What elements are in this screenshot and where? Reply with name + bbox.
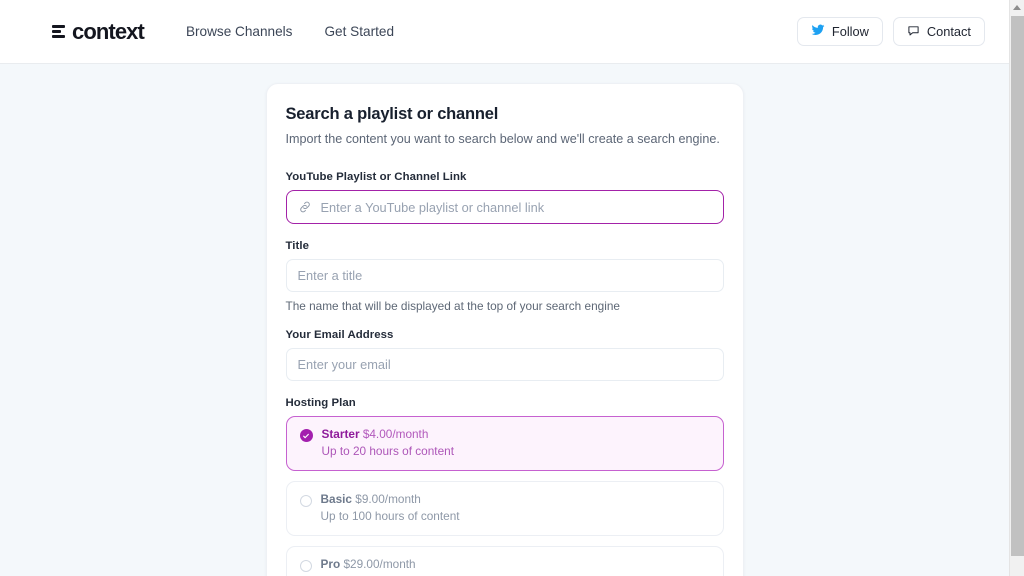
search-setup-card: Search a playlist or channel Import the … — [265, 83, 744, 576]
plan-option-pro[interactable]: Pro $29.00/month — [285, 545, 724, 576]
contact-button[interactable]: Contact — [892, 17, 985, 46]
plan-body: Starter $4.00/month Up to 20 hours of co… — [322, 428, 454, 458]
plan-description: Up to 100 hours of content — [320, 508, 460, 523]
title-help-text: The name that will be displayed at the t… — [285, 299, 620, 313]
bars-logo-icon — [52, 24, 65, 39]
radio-circle-icon — [299, 559, 312, 572]
plan-head: Starter $4.00/month — [322, 428, 454, 441]
scroll-up-arrow-icon — [1013, 5, 1021, 10]
title-input[interactable] — [297, 260, 712, 291]
nav-item-browse-channels[interactable]: Browse Channels — [186, 24, 293, 39]
page-subtitle: Import the content you want to search be… — [285, 132, 720, 146]
field-title: Title The name that will be displayed at… — [285, 240, 724, 313]
plan-price: $4.00/month — [362, 427, 429, 441]
email-field[interactable] — [297, 349, 712, 380]
page-scrollbar[interactable] — [1009, 0, 1024, 576]
youtube-link-input-wrapper[interactable] — [285, 190, 724, 224]
plan-body: Pro $29.00/month — [320, 556, 416, 571]
scrollbar-thumb[interactable] — [1011, 16, 1024, 556]
field-youtube-link: YouTube Playlist or Channel Link — [285, 171, 724, 224]
page-viewport: context Browse Channels Get Started Foll… — [0, 0, 1009, 576]
plan-body: Basic $9.00/month Up to 100 hours of con… — [320, 491, 460, 523]
plan-name: Basic — [320, 491, 352, 506]
field-email: Your Email Address — [285, 329, 724, 381]
radio-circle-icon — [299, 494, 312, 507]
youtube-link-input[interactable] — [320, 191, 712, 223]
chat-bubble-icon — [907, 24, 920, 40]
youtube-link-label: YouTube Playlist or Channel Link — [285, 171, 467, 183]
nav-item-get-started[interactable]: Get Started — [324, 24, 394, 39]
follow-button[interactable]: Follow — [796, 17, 883, 46]
title-label: Title — [285, 240, 309, 252]
site-header: context Browse Channels Get Started Foll… — [0, 0, 1009, 64]
plan-name: Pro — [320, 556, 341, 571]
brand-logo[interactable]: context — [52, 18, 145, 45]
scroll-up-button[interactable] — [1010, 0, 1024, 15]
plan-name: Starter — [321, 427, 360, 441]
twitter-bird-icon — [811, 23, 825, 40]
hosting-plan-label: Hosting Plan — [285, 397, 356, 409]
follow-button-label: Follow — [831, 24, 869, 39]
primary-nav: Browse Channels Get Started — [186, 24, 394, 39]
plan-price: $9.00/month — [355, 491, 421, 506]
plan-option-basic[interactable]: Basic $9.00/month Up to 100 hours of con… — [285, 480, 724, 536]
title-input-wrapper[interactable] — [285, 259, 724, 292]
hosting-plan-options: Starter $4.00/month Up to 20 hours of co… — [285, 416, 724, 576]
plan-head: Basic $9.00/month — [320, 491, 460, 506]
main-content: Search a playlist or channel Import the … — [0, 64, 1009, 576]
link-icon — [298, 200, 312, 214]
brand-name: context — [72, 18, 145, 44]
plan-option-starter[interactable]: Starter $4.00/month Up to 20 hours of co… — [285, 416, 724, 471]
plan-head: Pro $29.00/month — [320, 556, 416, 571]
plan-description: Up to 20 hours of content — [321, 443, 454, 458]
email-input-wrapper[interactable] — [285, 348, 724, 381]
plan-price: $29.00/month — [343, 556, 416, 571]
email-label: Your Email Address — [285, 329, 394, 341]
page-title: Search a playlist or channel — [285, 105, 499, 123]
header-actions: Follow Contact — [796, 17, 985, 46]
check-circle-icon — [299, 429, 313, 442]
contact-button-label: Contact — [926, 24, 971, 39]
field-hosting-plan: Hosting Plan Starter $4.00/month Up to 2… — [285, 397, 724, 576]
